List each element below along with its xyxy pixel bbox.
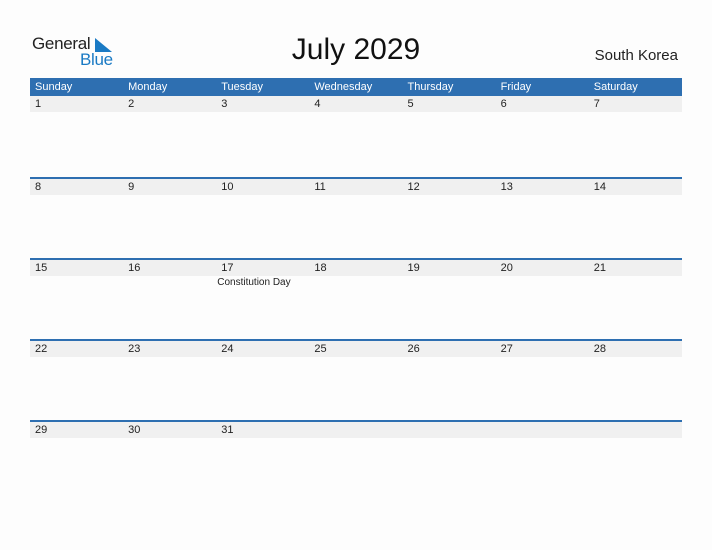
date-strip: 1 2 3 4 5 6 7 xyxy=(30,96,682,112)
day-number: 2 xyxy=(128,98,135,110)
day-number: 31 xyxy=(221,424,234,436)
week-row: 29 30 31 xyxy=(30,420,682,501)
day-number: 20 xyxy=(500,262,513,274)
day-number: 17 xyxy=(221,262,234,274)
weekday-saturday: Saturday xyxy=(593,81,638,93)
weekday-monday: Monday xyxy=(128,81,168,93)
day-event xyxy=(403,276,496,289)
day-number: 16 xyxy=(128,262,141,274)
day-event xyxy=(309,276,402,289)
day-event xyxy=(30,276,123,289)
date-strip: 22 23 24 25 26 27 28 xyxy=(30,341,682,357)
day-number xyxy=(496,422,589,438)
day-event xyxy=(589,276,682,289)
day-number: 22 xyxy=(35,343,48,355)
day-number: 19 xyxy=(407,262,420,274)
day-number: 7 xyxy=(593,98,600,110)
weekday-wednesday: Wednesday xyxy=(314,81,373,93)
date-strip: 8 9 10 11 12 13 14 xyxy=(30,179,682,195)
country-label: South Korea xyxy=(594,47,678,64)
day-number: 11 xyxy=(314,181,326,193)
day-number: 8 xyxy=(35,181,42,193)
day-number: 13 xyxy=(500,181,513,193)
day-number: 4 xyxy=(314,98,321,110)
day-number: 12 xyxy=(407,181,420,193)
day-number: 3 xyxy=(221,98,228,110)
day-number: 5 xyxy=(407,98,414,110)
day-number xyxy=(403,422,496,438)
date-strip: 29 30 31 xyxy=(30,422,682,438)
date-strip: 15 16 17 18 19 20 21 xyxy=(30,260,682,276)
day-number: 6 xyxy=(500,98,507,110)
day-number: 21 xyxy=(593,262,606,274)
day-number: 29 xyxy=(35,424,48,436)
week-row: 8 9 10 11 12 13 14 xyxy=(30,177,682,258)
weekday-sunday: Sunday xyxy=(35,81,73,93)
day-number: 10 xyxy=(221,181,234,193)
weekday-thursday: Thursday xyxy=(407,81,454,93)
weekday-friday: Friday xyxy=(500,81,532,93)
day-number: 30 xyxy=(128,424,141,436)
day-event xyxy=(123,276,216,289)
day-number xyxy=(309,422,402,438)
weeks-container: 1 2 3 4 5 6 7 8 9 10 11 12 13 14 15 16 17 18 19 20 21 Constit… xyxy=(30,96,682,501)
day-event xyxy=(496,276,589,289)
day-number: 28 xyxy=(593,343,606,355)
day-number: 14 xyxy=(593,181,606,193)
day-number: 26 xyxy=(407,343,420,355)
day-number: 23 xyxy=(128,343,141,355)
week-row: 15 16 17 18 19 20 21 Constitution Day xyxy=(30,258,682,339)
day-number: 18 xyxy=(314,262,327,274)
day-number: 25 xyxy=(314,343,327,355)
weekday-tuesday: Tuesday xyxy=(221,81,264,93)
day-number: 27 xyxy=(500,343,513,355)
day-number xyxy=(589,422,682,438)
day-number: 1 xyxy=(35,98,42,110)
day-number: 24 xyxy=(221,343,234,355)
week-row: 1 2 3 4 5 6 7 xyxy=(30,96,682,177)
calendar-grid: Sunday Monday Tuesday Wednesday Thursday… xyxy=(30,78,682,501)
day-number: 15 xyxy=(35,262,48,274)
events-row: Constitution Day xyxy=(30,276,682,289)
day-number: 9 xyxy=(128,181,135,193)
weekday-header: Sunday Monday Tuesday Wednesday Thursday… xyxy=(30,78,682,96)
week-row: 22 23 24 25 26 27 28 xyxy=(30,339,682,420)
day-event: Constitution Day xyxy=(217,277,291,288)
